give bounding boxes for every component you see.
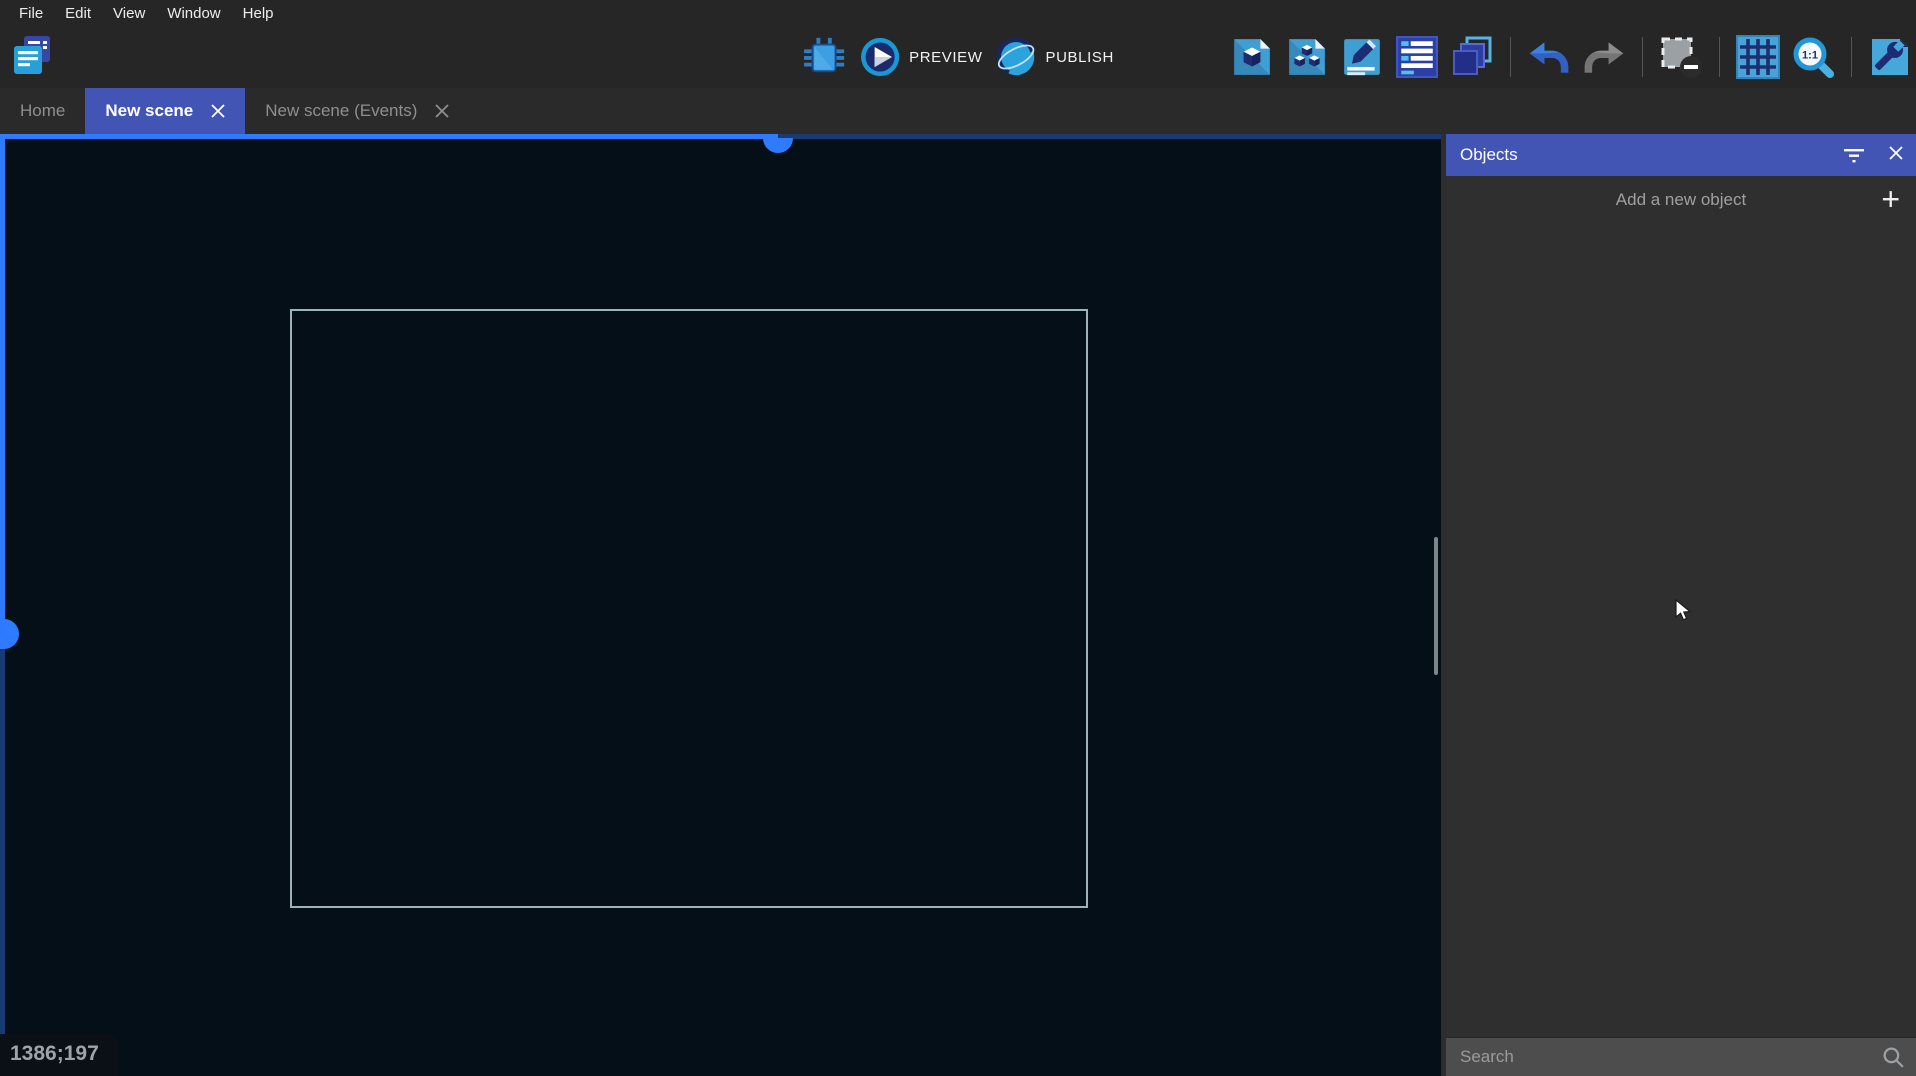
publish-button[interactable]: PUBLISH — [997, 37, 1114, 77]
zoom-ratio-label: 1:1 — [1802, 50, 1818, 62]
preview-button[interactable]: PREVIEW — [860, 37, 982, 77]
main-area: 1386;197 Objects Add — [0, 134, 1916, 1076]
publish-label: PUBLISH — [1046, 49, 1114, 66]
mouse-cursor — [1672, 598, 1694, 627]
deselect-all-button[interactable] — [1659, 35, 1703, 79]
add-new-object-button[interactable]: Add a new object + — [1446, 176, 1916, 224]
undo-icon — [1527, 37, 1571, 77]
toggle-grid-icon — [1736, 35, 1780, 79]
setup-wrench-button[interactable] — [1868, 35, 1912, 79]
canvas-horizontal-scroll-handle[interactable] — [763, 138, 793, 153]
redo-icon — [1582, 37, 1626, 77]
edit-object-groups-icon — [1286, 36, 1328, 78]
tab-label: New scene (Events) — [265, 101, 417, 121]
canvas-scrollbar-thumb[interactable] — [1434, 537, 1438, 675]
instances-list-icon — [1396, 36, 1438, 78]
project-manager-icon[interactable] — [10, 34, 54, 78]
tab-new-scene[interactable]: New scene — [85, 88, 245, 134]
cursor-coordinates: 1386;197 — [0, 1034, 119, 1076]
objects-search-bar — [1446, 1037, 1916, 1076]
instances-list-button[interactable] — [1395, 35, 1439, 79]
redo-button[interactable] — [1582, 35, 1626, 79]
search-icon[interactable] — [1881, 1045, 1906, 1075]
plus-icon[interactable]: + — [1881, 180, 1900, 218]
menu-bar: File Edit View Window Help — [0, 0, 1916, 26]
objects-panel: Objects Add a new object + — [1446, 134, 1916, 1076]
scene-editor-canvas[interactable]: 1386;197 — [0, 134, 1441, 1076]
layers-icon — [1450, 35, 1494, 79]
main-toolbar: PREVIEW PUBLISH — [0, 26, 1916, 88]
close-icon[interactable] — [211, 104, 225, 118]
editor-tab-bar: Home New scene New scene (Events) — [0, 88, 1916, 134]
canvas-left-ruler — [0, 134, 5, 649]
tab-home[interactable]: Home — [0, 88, 85, 134]
menu-help[interactable]: Help — [232, 3, 285, 24]
edit-properties-button[interactable] — [1340, 35, 1384, 79]
canvas-top-ruler — [0, 134, 778, 139]
menu-window[interactable]: Window — [156, 3, 231, 24]
tab-label: New scene — [105, 101, 193, 121]
toggle-grid-button[interactable] — [1736, 35, 1780, 79]
objects-list-empty-area[interactable] — [1446, 224, 1916, 1037]
debugger-bug-icon — [803, 36, 845, 78]
setup-wrench-icon — [1868, 35, 1912, 79]
toolbar-separator — [1719, 37, 1720, 77]
undo-button[interactable] — [1527, 35, 1571, 79]
toolbar-separator — [1642, 37, 1643, 77]
scene-window-frame — [290, 309, 1088, 908]
edit-object-groups-button[interactable] — [1285, 35, 1329, 79]
canvas-top-ruler-overflow — [778, 134, 1441, 139]
canvas-vertical-scroll-handle[interactable] — [4, 619, 19, 649]
close-icon[interactable] — [435, 104, 449, 118]
debugger-button[interactable] — [802, 35, 846, 79]
menu-edit[interactable]: Edit — [54, 3, 102, 24]
zoom-1-1-icon: 1:1 — [1791, 35, 1835, 79]
filter-icon[interactable] — [1842, 142, 1866, 169]
search-input[interactable] — [1446, 1047, 1916, 1067]
objects-panel-title: Objects — [1460, 145, 1842, 165]
zoom-1-1-button[interactable]: 1:1 — [1791, 35, 1835, 79]
add-new-object-label: Add a new object — [1616, 190, 1746, 210]
layers-button[interactable] — [1450, 35, 1494, 79]
toolbar-separator — [1510, 37, 1511, 77]
menu-view[interactable]: View — [102, 3, 156, 24]
canvas-left-ruler-overflow — [0, 649, 5, 1076]
publish-globe-icon — [997, 37, 1037, 77]
project-manager-icon — [10, 33, 54, 79]
edit-objects-button[interactable] — [1230, 35, 1274, 79]
toolbar-separator — [1851, 37, 1852, 77]
edit-properties-icon — [1341, 36, 1383, 78]
edit-objects-icon — [1231, 36, 1273, 78]
tab-new-scene-events[interactable]: New scene (Events) — [245, 88, 469, 134]
menu-file[interactable]: File — [8, 3, 54, 24]
tab-label: Home — [20, 101, 65, 121]
deselect-all-icon — [1659, 35, 1703, 79]
close-icon[interactable] — [1888, 145, 1904, 166]
preview-play-icon — [860, 37, 900, 77]
preview-label: PREVIEW — [909, 49, 982, 66]
objects-panel-header: Objects — [1446, 134, 1916, 176]
